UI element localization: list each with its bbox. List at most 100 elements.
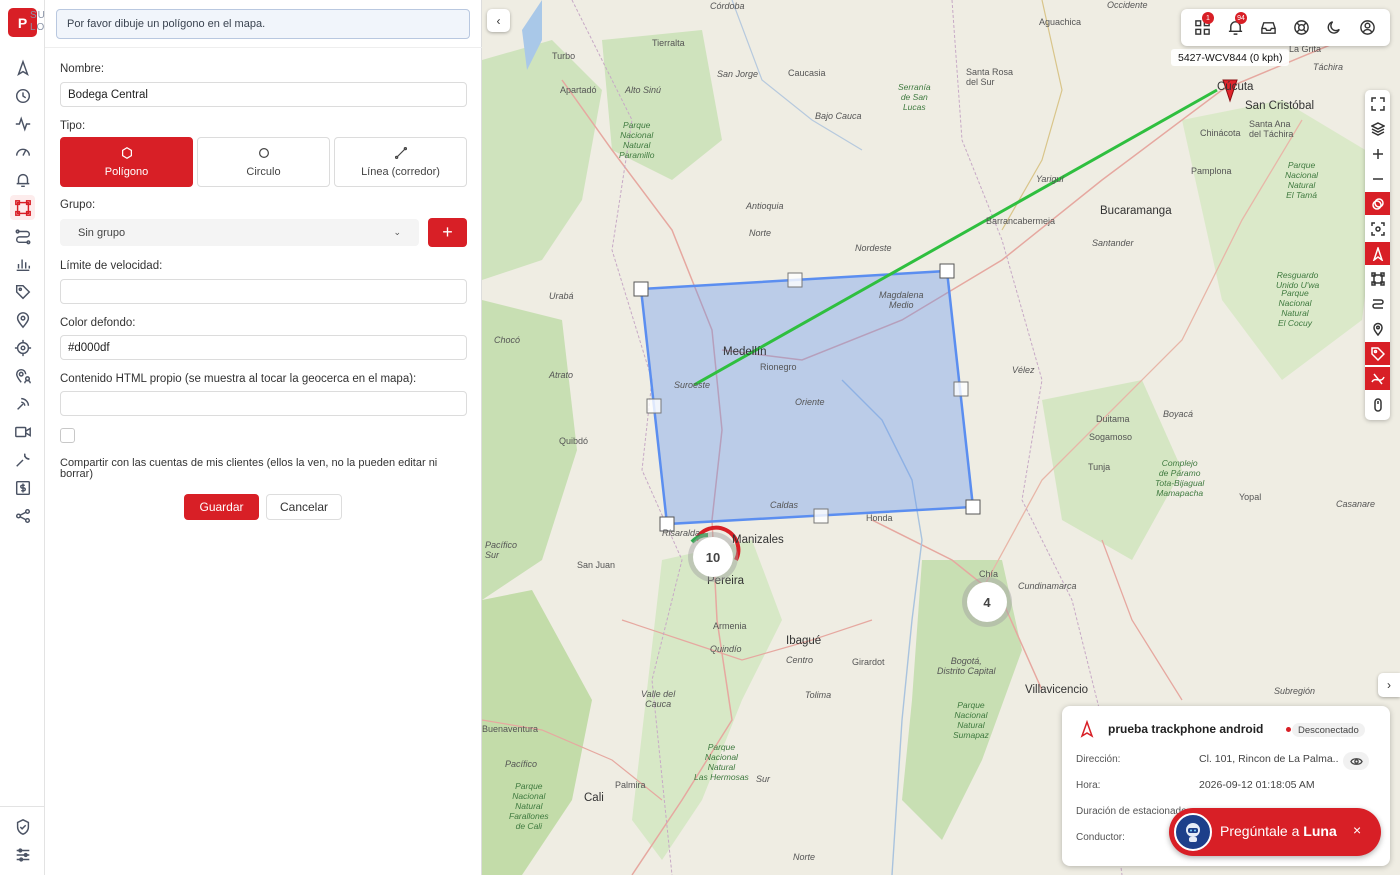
map-label: Subregión — [1274, 686, 1316, 696]
vehicle-cluster[interactable]: 4 — [967, 582, 1007, 622]
speed-limit-input[interactable] — [60, 279, 467, 304]
save-button[interactable]: Guardar — [184, 494, 259, 520]
type-label: Tipo: — [60, 120, 86, 132]
map-label: San Cristóbal — [1245, 100, 1315, 112]
map-label: Honda — [866, 513, 893, 523]
routes-icon[interactable] — [1365, 292, 1390, 315]
map-label: Parque Nacional Natural Farallones de Ca… — [509, 781, 549, 831]
person-pin-icon[interactable] — [10, 363, 35, 388]
line-icon — [394, 146, 407, 160]
geofence-toggle-icon[interactable] — [1365, 192, 1390, 215]
vehicle-cluster[interactable]: 10 — [693, 537, 733, 577]
map-label: Cali — [584, 792, 604, 804]
user-icon[interactable] — [1357, 17, 1377, 37]
map-label: Rionegro — [760, 362, 797, 372]
html-content-label: Contenido HTML propio (se muestra al toc… — [60, 373, 417, 385]
map-view[interactable]: Córdoba Occidente Aguachica Turbo Tierra… — [482, 0, 1400, 875]
tag-icon[interactable] — [10, 279, 35, 304]
map-label: Cúcuta — [1217, 81, 1254, 93]
target-icon[interactable] — [10, 335, 35, 360]
close-icon[interactable]: × — [1353, 822, 1361, 838]
add-group-button[interactable]: + — [428, 218, 467, 247]
geofence-icon[interactable] — [1365, 267, 1390, 290]
dollar-icon[interactable] — [10, 475, 35, 500]
cancel-button[interactable]: Cancelar — [266, 494, 342, 520]
bell-icon[interactable] — [10, 167, 35, 192]
navigation-icon[interactable] — [1365, 242, 1390, 265]
color-label: Color defondo: — [60, 317, 136, 329]
geofence-icon[interactable] — [10, 195, 35, 220]
type-circle-button[interactable]: Circulo — [197, 137, 330, 187]
map-label: Aguachica — [1039, 17, 1082, 27]
bell-icon[interactable]: 94 — [1225, 12, 1247, 37]
map-label: Nordeste — [855, 243, 892, 253]
vehicle-tooltip: 5427-WCV844 (0 kph) — [1171, 49, 1290, 66]
map-label: Risaralda — [662, 528, 701, 538]
map-label: Tierralta — [652, 38, 685, 48]
show-address-button[interactable] — [1343, 752, 1369, 770]
luna-label: Pregúntale a Luna — [1220, 823, 1337, 839]
video-icon[interactable] — [10, 419, 35, 444]
map-pin-icon[interactable] — [1365, 317, 1390, 340]
rail-divider — [0, 806, 45, 807]
map-label: Sur — [756, 774, 771, 784]
zoom-in-icon[interactable] — [1365, 142, 1390, 165]
map-pin-icon[interactable] — [10, 307, 35, 332]
signal-icon[interactable] — [10, 391, 35, 416]
moon-icon[interactable] — [1324, 17, 1344, 37]
map-label: Córdoba — [710, 1, 745, 11]
map-label: Norte — [793, 852, 816, 862]
map-label: Sogamoso — [1089, 432, 1133, 442]
html-content-input[interactable] — [60, 391, 467, 416]
name-input[interactable]: Bodega Central — [60, 82, 467, 107]
history-icon[interactable] — [10, 83, 35, 108]
type-polygon-button[interactable]: Polígono — [60, 137, 193, 187]
collapse-panel-button[interactable]: ‹ — [487, 9, 510, 32]
sliders-icon[interactable] — [10, 842, 35, 867]
fullscreen-icon[interactable] — [1365, 92, 1390, 115]
layers-icon[interactable] — [1365, 117, 1390, 140]
map-label: Caucasia — [788, 68, 826, 78]
address-value: Cl. 101, Rincon de La Palma... — [1199, 753, 1339, 765]
tag-icon[interactable] — [1365, 342, 1390, 365]
map-label: Pamplona — [1191, 166, 1232, 176]
inbox-icon[interactable] — [1258, 17, 1278, 37]
road-icon[interactable] — [1365, 367, 1390, 390]
map-label: Serranía de San Lucas — [898, 82, 931, 112]
navigation-icon[interactable] — [10, 55, 35, 80]
wrench-icon[interactable] — [10, 447, 35, 472]
address-label: Dirección: — [1076, 754, 1121, 765]
activity-icon[interactable] — [10, 111, 35, 136]
mouse-icon[interactable] — [1365, 393, 1390, 416]
app: P SU LOGO Por favor dibuje un polígono e… — [0, 0, 1400, 875]
map-label: Turbo — [552, 51, 576, 61]
map-label: Apartadó — [560, 85, 597, 95]
speedometer-icon[interactable] — [10, 139, 35, 164]
robot-avatar-icon — [1174, 813, 1212, 851]
map-label: Vélez — [1012, 365, 1035, 375]
group-select[interactable]: Sin grupo ⌄ — [60, 219, 419, 246]
sidebar-rail: P SU LOGO — [0, 0, 62, 875]
shield-icon[interactable] — [10, 814, 35, 839]
map-label: Bucaramanga — [1100, 205, 1172, 217]
map-label: Magdalena Medio — [879, 290, 924, 310]
apps-icon[interactable]: 1 — [1192, 12, 1214, 37]
type-line-button[interactable]: Línea (corredor) — [334, 137, 467, 187]
map-label: Yopal — [1239, 492, 1262, 502]
support-icon[interactable] — [1291, 17, 1311, 37]
focus-icon[interactable] — [1365, 217, 1390, 240]
expand-panel-button[interactable]: › — [1378, 673, 1400, 697]
map-label: Antioquia — [746, 201, 784, 211]
share-checkbox[interactable] — [60, 428, 75, 443]
color-input[interactable]: #d000df — [60, 335, 467, 360]
map-label: Villavicencio — [1025, 684, 1089, 696]
luna-assistant-button[interactable]: Pregúntale a Luna × — [1169, 808, 1381, 856]
routes-icon[interactable] — [10, 223, 35, 248]
share-icon[interactable] — [10, 503, 35, 528]
map-label: Táchira — [1313, 62, 1344, 72]
map-label: Centro — [786, 655, 814, 665]
map-label: Caldas — [770, 500, 799, 510]
bar-chart-icon[interactable] — [10, 251, 35, 276]
map-label: Parque Nacional Natural Paramillo — [619, 120, 655, 160]
zoom-out-icon[interactable] — [1365, 167, 1390, 190]
